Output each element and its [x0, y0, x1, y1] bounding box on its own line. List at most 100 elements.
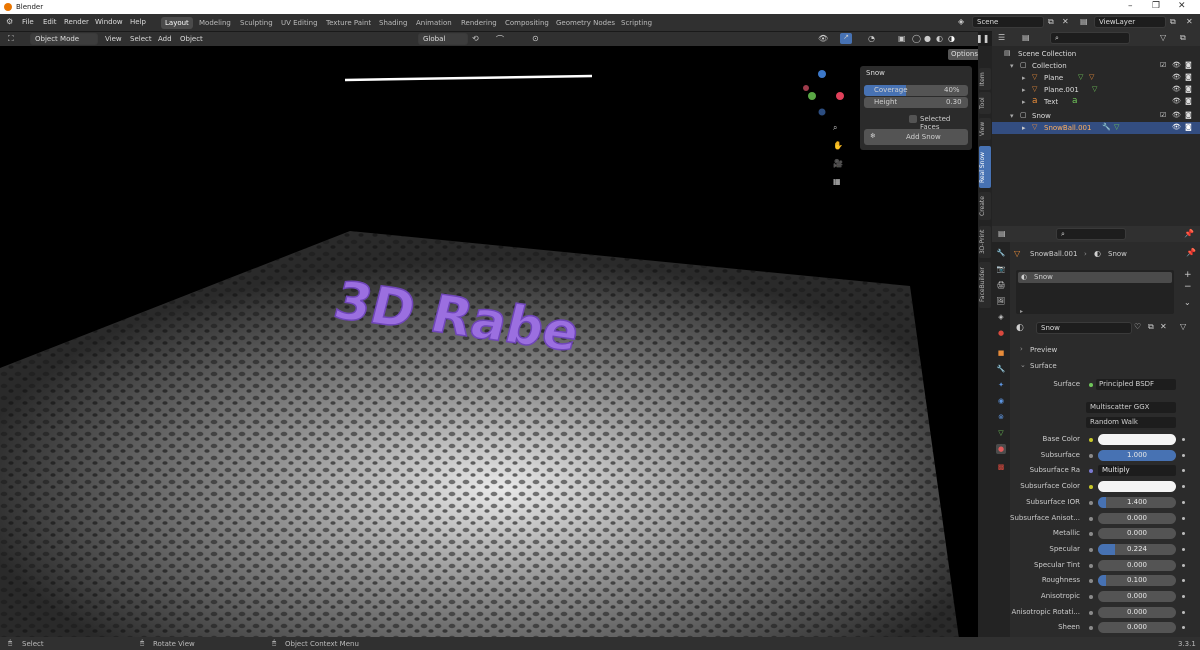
pivot-icon[interactable]: ⟲ [472, 34, 479, 43]
tab-real-snow[interactable]: Real Snow [979, 146, 991, 188]
outliner-search-input[interactable]: ⌕ [1050, 32, 1130, 44]
checkbox-icon[interactable]: ☑ [1160, 111, 1166, 119]
surface-section[interactable]: Surface [1030, 362, 1057, 370]
outliner-row-text[interactable]: ▸ a Text a 👁 ◙ [992, 96, 1200, 108]
value-slider[interactable]: 0.224 [1098, 544, 1176, 555]
keyframe-dot-icon[interactable] [1182, 611, 1185, 614]
tab-create[interactable]: Create [979, 192, 991, 220]
keyframe-dot-icon[interactable] [1182, 438, 1185, 441]
output-icon[interactable]: 🖨 [996, 280, 1006, 290]
value-slider[interactable]: 0.000 [1098, 560, 1176, 571]
color-swatch[interactable] [1098, 481, 1176, 492]
pin-icon[interactable]: 📌 [1184, 229, 1194, 238]
material-link-icon[interactable]: ▽ [1180, 322, 1186, 331]
expand-arrow-icon[interactable]: ▸ [1022, 74, 1026, 82]
outliner-editor-icon[interactable]: ☰ [998, 33, 1005, 42]
outliner-row-scene-collection[interactable]: ▤ Scene Collection [992, 48, 1200, 60]
add-snow-button[interactable]: ❄ Add Snow [864, 129, 968, 145]
material-slot-row[interactable]: ◐ Snow [1018, 272, 1172, 283]
close-icon[interactable]: ✕ [1178, 1, 1186, 11]
blender-menu-icon[interactable]: ⚙ [6, 17, 13, 26]
eye-icon[interactable]: 👁 [1172, 111, 1181, 119]
socket-dot-icon[interactable] [1089, 485, 1093, 489]
3d-viewport[interactable]: 3D Rabe ⌕ ✋ 🎥 ▦ Options [0, 46, 978, 637]
value-slider[interactable]: 1.000 [1098, 450, 1176, 461]
socket-dot-icon[interactable] [1089, 517, 1093, 521]
menu-help[interactable]: Help [130, 18, 146, 26]
options-button[interactable]: Options [948, 49, 978, 60]
fake-user-icon[interactable]: ♡ [1134, 322, 1141, 331]
keyframe-dot-icon[interactable] [1182, 454, 1185, 457]
socket-dot-icon[interactable] [1089, 595, 1093, 599]
viewport-menu-select[interactable]: Select [130, 35, 152, 43]
ortho-grid-icon[interactable]: ▦ [833, 177, 841, 186]
socket-dot-icon[interactable] [1089, 579, 1093, 583]
tab-uv-editing[interactable]: UV Editing [277, 17, 322, 29]
gizmo-neg-z[interactable] [818, 108, 826, 116]
keyframe-dot-icon[interactable] [1182, 501, 1185, 504]
expand-arrow-icon[interactable]: ⌄ [1020, 361, 1026, 369]
view-layer-field[interactable]: ViewLayer [1094, 16, 1166, 28]
tab-compositing[interactable]: Compositing [501, 17, 553, 29]
transform-orientation-dropdown[interactable]: Global [418, 33, 468, 45]
outliner-row-snowball001[interactable]: ▸ ▽ SnowBall.001 🔧 ▽ 👁 ◙ [992, 122, 1200, 134]
preview-section[interactable]: Preview [1030, 346, 1057, 354]
keyframe-dot-icon[interactable] [1182, 564, 1185, 567]
world-icon[interactable]: ● [996, 328, 1006, 338]
tab-scripting[interactable]: Scripting [617, 17, 656, 29]
shading-material-icon[interactable]: ◐ [936, 34, 943, 43]
eye-icon[interactable]: 👁 [1172, 73, 1181, 81]
socket-dot-icon[interactable] [1089, 454, 1093, 458]
socket-dot-icon[interactable] [1089, 438, 1093, 442]
delete-view-layer-icon[interactable]: ✕ [1186, 17, 1193, 26]
value-slider[interactable]: 0.000 [1098, 622, 1176, 633]
physics-icon[interactable]: ◉ [996, 396, 1006, 406]
tab-3d-print[interactable]: 3D-Print [979, 226, 991, 258]
eye-icon[interactable]: 👁 [1172, 97, 1181, 105]
value-slider[interactable]: 1.400 [1098, 497, 1176, 508]
menu-render[interactable]: Render [64, 18, 89, 26]
editor-type-icon[interactable]: ⛶ [8, 34, 14, 44]
duplicate-material-icon[interactable]: ⧉ [1148, 322, 1154, 332]
delete-scene-icon[interactable]: ✕ [1062, 17, 1069, 26]
socket-dot-icon[interactable] [1089, 501, 1093, 505]
keyframe-dot-icon[interactable] [1182, 517, 1185, 520]
tab-layout[interactable]: Layout [161, 17, 193, 29]
object-icon[interactable]: ■ [996, 348, 1006, 358]
tab-item[interactable]: Item [979, 68, 991, 90]
scene-icon[interactable]: ◈ [996, 312, 1006, 322]
new-view-layer-icon[interactable]: ⧉ [1170, 17, 1176, 27]
pause-render-icon[interactable]: ❚❚ [976, 34, 989, 43]
shading-solid-icon[interactable]: ● [924, 34, 931, 43]
tab-modeling[interactable]: Modeling [195, 17, 235, 29]
tab-tool[interactable]: Tool [979, 92, 991, 114]
tab-geometry-nodes[interactable]: Geometry Nodes [552, 17, 619, 29]
menu-file[interactable]: File [22, 18, 34, 26]
socket-dot-icon[interactable] [1089, 564, 1093, 568]
add-slot-icon[interactable]: + [1184, 270, 1192, 280]
socket-dot-icon[interactable] [1089, 532, 1093, 536]
unlink-material-icon[interactable]: ✕ [1160, 322, 1167, 331]
eye-icon[interactable]: 👁 [1172, 61, 1181, 69]
new-collection-icon[interactable]: ⧉ [1180, 33, 1186, 43]
panel-title[interactable]: Snow [866, 69, 885, 77]
tab-view[interactable]: View [979, 118, 991, 140]
tab-shading[interactable]: Shading [375, 17, 411, 29]
eye-icon[interactable]: 👁 [1172, 85, 1181, 93]
shading-rendered-icon[interactable]: ◑ [948, 34, 955, 43]
value-slider[interactable]: 0.100 [1098, 575, 1176, 586]
object-mode-dropdown[interactable]: Object Mode [30, 33, 98, 45]
expand-arrow-icon[interactable]: ▸ [1022, 86, 1026, 94]
camera-toggle-icon[interactable]: ◙ [1185, 61, 1192, 69]
collapse-arrow-icon[interactable]: › [1020, 345, 1023, 353]
expand-arrow-icon[interactable]: ▾ [1010, 62, 1014, 70]
properties-editor-icon[interactable]: ▤ [998, 229, 1006, 238]
scene-field[interactable]: Scene [972, 16, 1044, 28]
socket-dot-icon[interactable] [1089, 611, 1093, 615]
coverage-slider[interactable]: Coverage 40% [864, 85, 968, 96]
gizmo-neg-x[interactable] [803, 85, 809, 91]
minimize-icon[interactable]: – [1128, 1, 1133, 11]
tab-texture-paint[interactable]: Texture Paint [322, 17, 375, 29]
eye-icon[interactable]: 👁 [1172, 123, 1181, 131]
shading-wireframe-icon[interactable]: ◯ [912, 34, 921, 43]
